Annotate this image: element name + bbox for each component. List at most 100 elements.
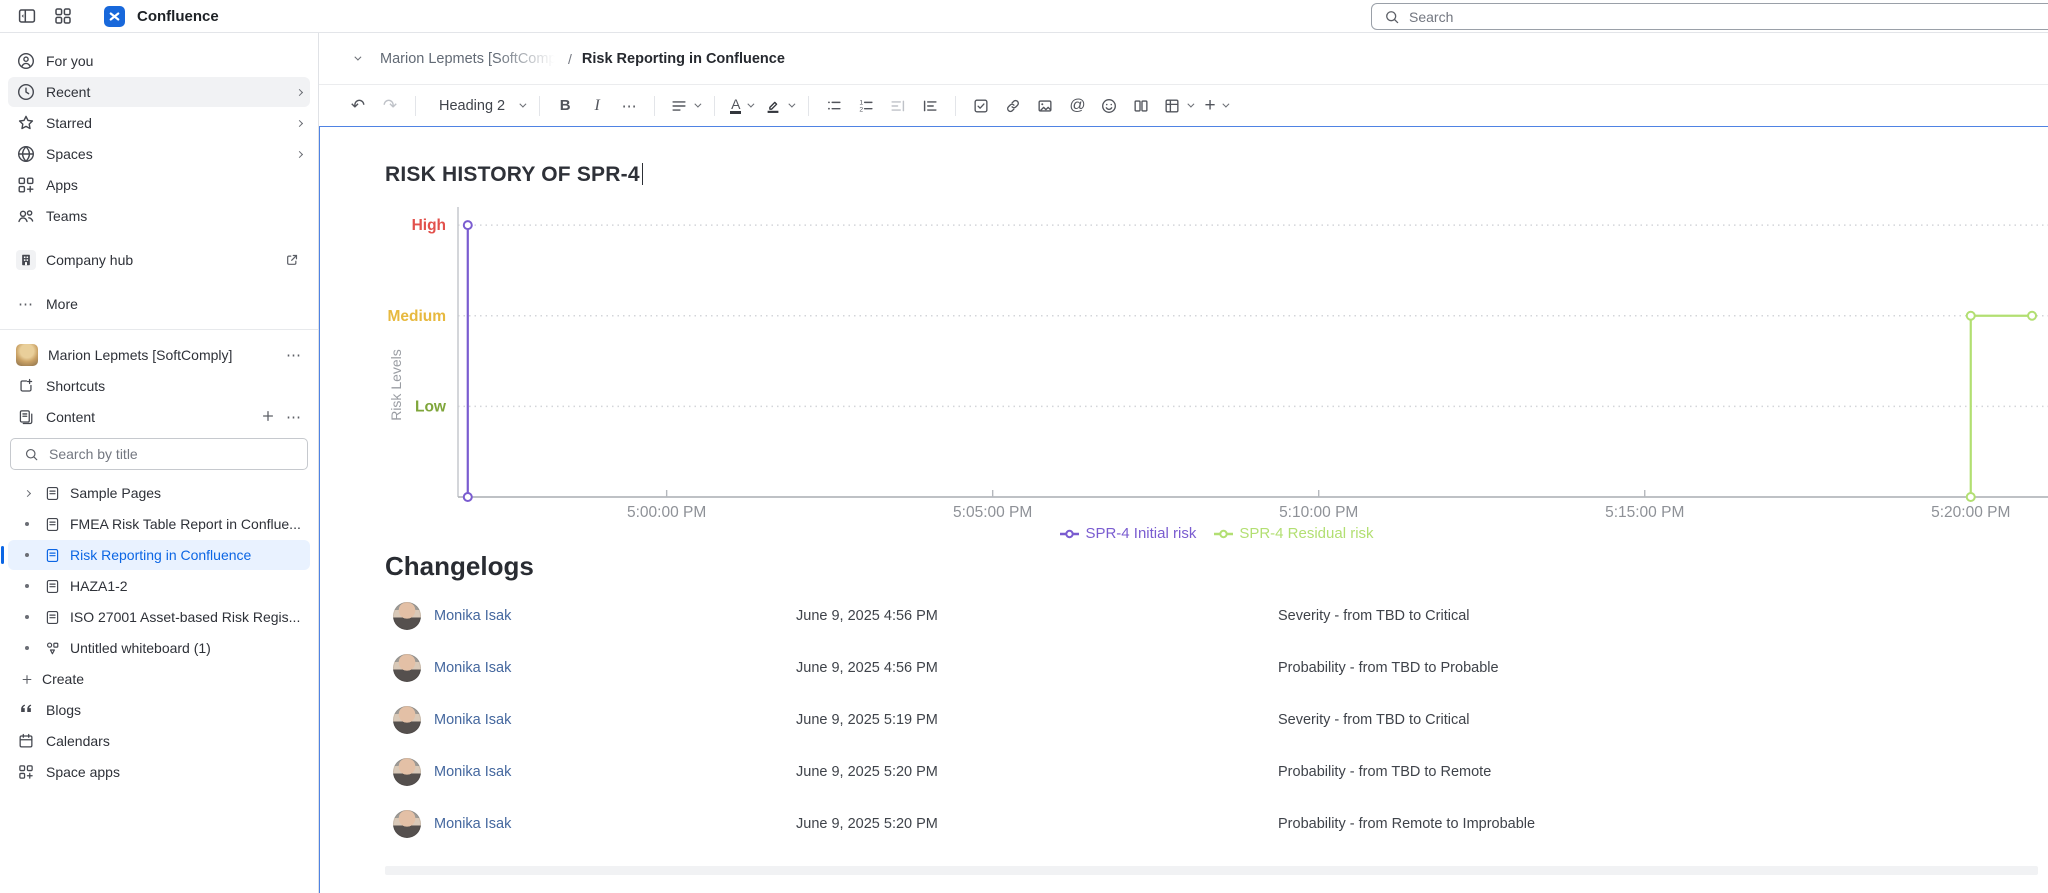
image-button[interactable]: [1030, 91, 1060, 121]
person-icon: [16, 51, 36, 71]
app-switcher-icon[interactable]: [50, 3, 76, 29]
text-color-button[interactable]: A: [725, 91, 757, 121]
content-search[interactable]: [10, 438, 308, 470]
changelog-change: Probability - from Remote to Improbable: [1278, 816, 2048, 832]
bold-button[interactable]: B: [550, 91, 580, 121]
top-navigation: Confluence: [0, 0, 2048, 33]
changelog-change: Probability - from TBD to Probable: [1278, 660, 2048, 676]
editor-surface[interactable]: RISK HISTORY OF SPR-4 5:00:00 PM5:05:00 …: [319, 126, 2048, 893]
link-button[interactable]: [998, 91, 1028, 121]
document-heading[interactable]: RISK HISTORY OF SPR-4: [385, 163, 2048, 187]
sidebar-item-label: Calendars: [46, 733, 302, 749]
sidebar-item-recent[interactable]: Recent: [8, 77, 310, 107]
tree-item-label: Untitled whiteboard (1): [70, 640, 211, 656]
chevron-right-icon: [296, 88, 303, 95]
space-more-icon[interactable]: ⋯: [286, 346, 302, 364]
mention-button[interactable]: @: [1062, 91, 1092, 121]
next-block-edge: [385, 866, 2038, 875]
more-formatting-button[interactable]: ⋯: [614, 91, 644, 121]
create-page-button[interactable]: Create: [8, 664, 310, 694]
user-avatar: [393, 602, 421, 630]
tree-item-fmea-report[interactable]: FMEA Risk Table Report in Conflue...: [8, 509, 310, 539]
tree-item-haza1-2[interactable]: HAZA1-2: [8, 571, 310, 601]
sidebar-item-label: Company hub: [46, 252, 272, 268]
content-search-input[interactable]: [49, 446, 279, 462]
outdent-button[interactable]: [883, 91, 913, 121]
changelog-user-link[interactable]: Monika Isak: [434, 712, 511, 728]
numbered-list-button[interactable]: 1 2: [851, 91, 881, 121]
changelog-change: Severity - from TBD to Critical: [1278, 712, 2048, 728]
building-icon: [16, 250, 36, 270]
alignment-button[interactable]: [665, 91, 704, 121]
tree-item-risk-reporting[interactable]: Risk Reporting in Confluence: [8, 540, 310, 570]
italic-button[interactable]: I: [582, 91, 612, 121]
add-content-icon[interactable]: [260, 408, 276, 427]
plus-icon: [20, 672, 34, 687]
tree-item-sample-pages[interactable]: Sample Pages: [8, 478, 310, 508]
search-input[interactable]: [1409, 9, 1969, 25]
sidebar-item-teams[interactable]: Teams: [8, 201, 310, 231]
indent-button[interactable]: [915, 91, 945, 121]
highlight-color-button[interactable]: [759, 91, 798, 121]
sidebar-item-starred[interactable]: Starred: [8, 108, 310, 138]
redo-button[interactable]: ↷: [375, 91, 405, 121]
legend-marker-icon: [1214, 529, 1234, 539]
sidebar-item-blogs[interactable]: Blogs: [8, 695, 310, 725]
changelog-row: Monika Isak June 9, 2025 4:56 PM Severit…: [385, 590, 2048, 642]
risk-chart-svg: 5:00:00 PM5:05:00 PM5:10:00 PM5:15:00 PM…: [385, 199, 2048, 524]
sidebar-item-label: Recent: [46, 84, 287, 100]
breadcrumb-parent[interactable]: Marion Lepmets [SoftComply]: [380, 51, 558, 67]
insert-button[interactable]: +: [1199, 91, 1231, 121]
changelog-user-link[interactable]: Monika Isak: [434, 660, 511, 676]
sidebar-item-calendars[interactable]: Calendars: [8, 726, 310, 756]
space-header[interactable]: Marion Lepmets [SoftComply] ⋯: [8, 340, 310, 370]
changelog-user-link[interactable]: Monika Isak: [434, 764, 511, 780]
legend-item[interactable]: SPR-4 Initial risk: [1060, 525, 1196, 542]
chevron-down-icon[interactable]: [344, 47, 368, 71]
sidebar-item-shortcuts[interactable]: Shortcuts: [8, 371, 310, 401]
legend-item[interactable]: SPR-4 Residual risk: [1214, 525, 1373, 542]
globe-icon: [16, 144, 36, 164]
sidebar-item-apps[interactable]: Apps: [8, 170, 310, 200]
layouts-button[interactable]: [1126, 91, 1156, 121]
breadcrumb-current[interactable]: Risk Reporting in Confluence: [582, 51, 785, 67]
sidebar-item-label: Starred: [46, 115, 287, 131]
tree-item-untitled-whiteboard[interactable]: Untitled whiteboard (1): [8, 633, 310, 663]
external-link-icon: [282, 250, 302, 270]
star-icon: [16, 113, 36, 133]
sidebar-item-for-you[interactable]: For you: [8, 46, 310, 76]
bullet-icon: [25, 522, 29, 526]
sidebar-item-content[interactable]: Content ⋯: [8, 402, 310, 432]
sidebar-item-more[interactable]: ⋯ More: [8, 289, 310, 319]
emoji-button[interactable]: [1094, 91, 1124, 121]
page-icon: [42, 483, 62, 503]
svg-text:1: 1: [860, 99, 864, 106]
table-button[interactable]: [1158, 91, 1197, 121]
sidebar-item-company-hub[interactable]: Company hub: [8, 245, 310, 275]
content-more-icon[interactable]: ⋯: [286, 408, 302, 426]
collapse-sidebar-icon[interactable]: [14, 3, 40, 29]
teams-icon: [16, 206, 36, 226]
text-style-dropdown[interactable]: Heading 2: [426, 91, 529, 121]
changelog-change: Severity - from TBD to Critical: [1278, 608, 2048, 624]
bullet-icon: [25, 553, 29, 557]
tree-item-iso-27001[interactable]: ISO 27001 Asset-based Risk Regis...: [8, 602, 310, 632]
changelog-date: June 9, 2025 5:20 PM: [796, 764, 1278, 780]
bullet-list-button[interactable]: [819, 91, 849, 121]
confluence-logo-icon[interactable]: [104, 6, 125, 27]
sidebar-item-label: Blogs: [46, 702, 302, 718]
global-search[interactable]: [1371, 3, 2048, 30]
changelog-user-link[interactable]: Monika Isak: [434, 608, 511, 624]
chevron-right-icon[interactable]: [20, 491, 34, 496]
sidebar-item-label: Shortcuts: [46, 378, 302, 394]
task-list-button[interactable]: [966, 91, 996, 121]
changelog-user-link[interactable]: Monika Isak: [434, 816, 511, 832]
sidebar-item-label: Spaces: [46, 146, 287, 162]
undo-button[interactable]: ↶: [343, 91, 373, 121]
chevron-down-icon: [519, 101, 526, 108]
sidebar-item-space-apps[interactable]: Space apps: [8, 757, 310, 787]
x-tick-label: 5:05:00 PM: [953, 504, 1032, 521]
chart-legend: SPR-4 Initial risk SPR-4 Residual risk: [385, 525, 2048, 542]
changelog-row: Monika Isak June 9, 2025 5:20 PM Probabi…: [385, 798, 2048, 850]
sidebar-item-spaces[interactable]: Spaces: [8, 139, 310, 169]
